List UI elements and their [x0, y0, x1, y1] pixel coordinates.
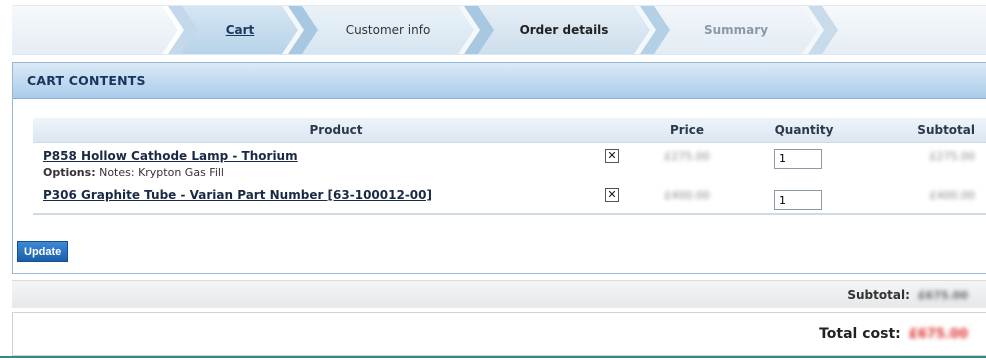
product-options: Options: Notes: Krypton Gas Fill — [43, 166, 629, 179]
chevron-right-icon — [802, 6, 838, 54]
column-header-subtotal: Subtotal — [863, 118, 986, 143]
chevron-right-icon — [634, 6, 670, 54]
checkout-steps: Cart Customer info Order details Summary — [12, 5, 986, 55]
chevron-right-icon — [162, 6, 198, 54]
chevron-right-icon — [282, 6, 318, 54]
options-value: Notes: Krypton Gas Fill — [99, 165, 224, 179]
step-summary: Summary — [652, 6, 820, 54]
total-bar: Total cost: £675.00 — [12, 312, 986, 356]
price-cell: £400.00 — [629, 184, 745, 215]
subtotal-cell: £400.00 — [863, 184, 986, 215]
step-customer-info-label: Customer info — [345, 23, 431, 37]
subtotal-amount: £675.00 — [917, 289, 968, 302]
step-summary-label: Summary — [703, 23, 769, 37]
update-button[interactable]: Update — [17, 241, 69, 262]
cart-panel: CART CONTENTS Product Price Quantity Sub… — [12, 62, 986, 274]
total-cost-amount: £675.00 — [908, 327, 968, 342]
price-value: £275.00 — [664, 149, 710, 163]
options-label: Options: — [43, 165, 96, 179]
column-header-price: Price — [629, 118, 745, 143]
chevron-right-icon — [458, 6, 494, 54]
step-cart-label[interactable]: Cart — [226, 23, 255, 37]
product-link[interactable]: P858 Hollow Cathode Lamp - Thorium — [43, 149, 298, 163]
quantity-input[interactable] — [774, 190, 822, 210]
step-order-details-label: Order details — [519, 23, 609, 37]
remove-item-icon[interactable]: ✕ — [605, 188, 619, 202]
quantity-cell — [745, 142, 863, 184]
column-header-product: Product — [33, 118, 629, 143]
product-link[interactable]: P306 Graphite Tube - Varian Part Number … — [43, 188, 432, 202]
table-row: P858 Hollow Cathode Lamp - Thorium Optio… — [33, 142, 986, 184]
subtotal-bar: Subtotal: £675.00 — [12, 280, 986, 308]
total-cost-label: Total cost: — [819, 326, 901, 342]
step-customer-info: Customer info — [300, 6, 476, 54]
subtotal-cell: £275.00 — [863, 142, 986, 184]
subtotal-value: £400.00 — [929, 189, 976, 202]
column-header-quantity: Quantity — [745, 118, 863, 143]
cart-table: Product Price Quantity Subtotal P858 Hol… — [33, 118, 986, 215]
quantity-cell — [745, 184, 863, 215]
divider — [0, 356, 986, 358]
product-cell: P306 Graphite Tube - Varian Part Number … — [33, 184, 629, 215]
subtotal-value: £275.00 — [929, 149, 976, 163]
price-value: £400.00 — [664, 189, 710, 202]
quantity-input[interactable] — [774, 148, 822, 169]
remove-item-icon[interactable]: ✕ — [605, 148, 619, 163]
subtotal-label: Subtotal: — [847, 288, 910, 302]
cart-contents-title: CART CONTENTS — [13, 63, 986, 99]
table-header-row: Product Price Quantity Subtotal — [33, 118, 986, 143]
price-cell: £275.00 — [629, 142, 745, 184]
table-row: P306 Graphite Tube - Varian Part Number … — [33, 184, 986, 215]
product-cell: P858 Hollow Cathode Lamp - Thorium Optio… — [33, 142, 629, 184]
step-order-details: Order details — [476, 6, 652, 54]
